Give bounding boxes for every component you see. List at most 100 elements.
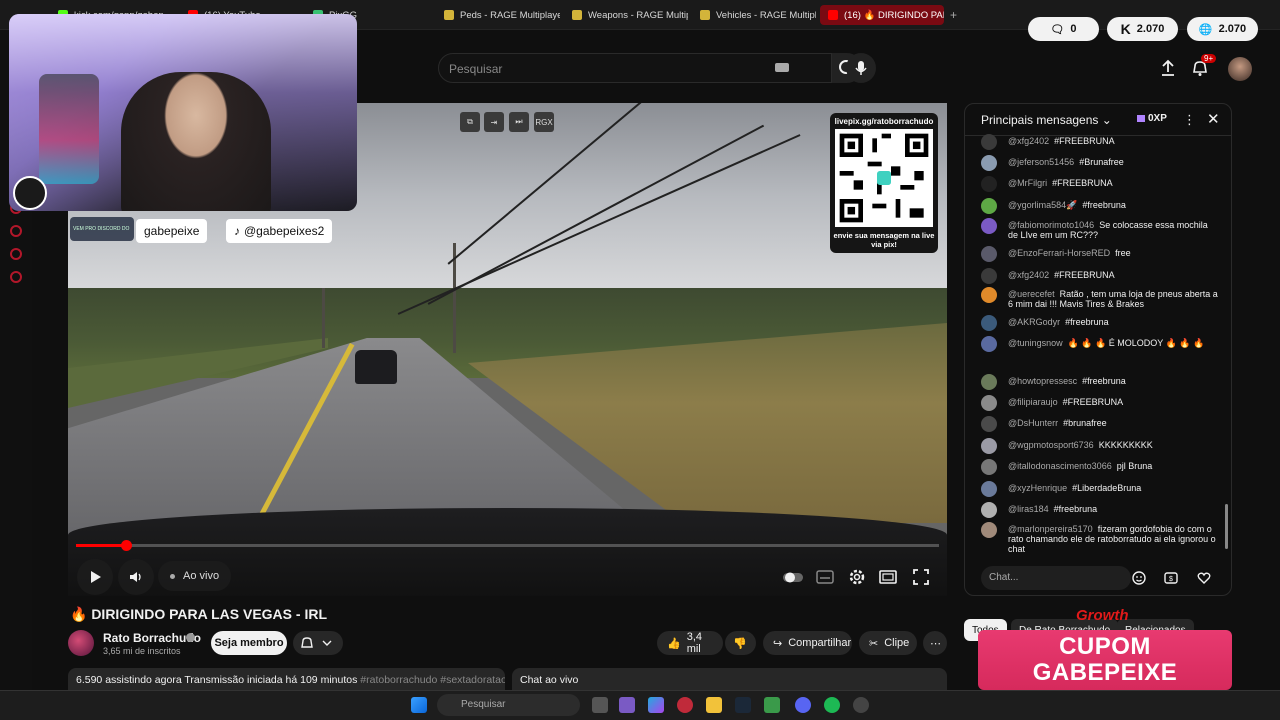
chat-author[interactable]: @marlonpereira5170 [1008,524,1093,534]
chat-author[interactable]: @jeferson51456 [1008,157,1074,167]
live-chat-toggle[interactable]: Chat ao vivo [512,668,947,692]
chat-avatar[interactable] [981,416,997,432]
chat-avatar[interactable] [981,176,997,192]
chat-author[interactable]: @MrFilgri [1008,178,1047,188]
chat-avatar[interactable] [981,218,997,234]
kick-points-pill[interactable]: K 2.070 [1107,17,1178,41]
close-icon[interactable]: ✕ [1207,110,1220,128]
chat-avatar[interactable] [981,374,997,390]
discord-icon[interactable] [795,697,811,713]
chat-input[interactable]: Chat... [981,566,1131,590]
popout-icon[interactable]: ⧉ [460,112,480,132]
chat-author[interactable]: @ygorlima584🚀 [1008,200,1077,210]
chat-author[interactable]: @xyzHenrique [1008,483,1067,493]
chat-avatar[interactable] [981,522,997,538]
file-explorer-icon[interactable] [706,697,722,713]
chat-author[interactable]: @fabiomorimoto1046 [1008,220,1094,230]
browser-tab-active[interactable]: (16) 🔥 DIRIGINDO PARA [820,5,944,25]
super-chat-icon: $ [1164,572,1178,584]
description-bar[interactable]: 6.590 assistindo agora Transmissão inici… [68,668,505,692]
theater-mode-button[interactable] [877,566,899,588]
dislike-button[interactable]: 👎 [725,631,756,655]
chat-avatar[interactable] [981,481,997,497]
obs-icon[interactable] [853,697,869,713]
play-button[interactable] [77,559,113,595]
chat-author[interactable]: @uerecefet [1008,289,1055,299]
spotify-icon[interactable] [824,697,840,713]
chat-avatar[interactable] [981,438,997,454]
notifications-button[interactable]: 9+ [1189,54,1217,79]
autoplay-toggle[interactable] [782,566,804,588]
share-button[interactable]: ↪ Compartilhar [763,631,852,655]
voice-search-button[interactable] [846,53,876,83]
video-progress-bar[interactable] [76,540,939,551]
settings-button[interactable] [846,566,868,588]
chat-avatar[interactable] [981,287,997,303]
channel-avatar[interactable] [68,630,94,656]
keyboard-icon[interactable] [775,63,789,72]
new-tab-button[interactable]: + [950,8,957,22]
taskbar-search[interactable]: Pesquisar [437,694,580,716]
settings-icon[interactable] [10,271,22,283]
chat-avatar[interactable] [981,155,997,171]
cube-icon[interactable] [10,248,22,260]
chat-author[interactable]: @liras184 [1008,504,1049,514]
subtitles-button[interactable] [814,566,836,588]
opera-gx-icon[interactable] [677,697,693,713]
chat-avatar[interactable] [981,198,997,214]
windows-start-icon[interactable] [411,697,427,713]
chat-avatar[interactable] [981,315,997,331]
clip-button[interactable]: ✂ Clipe [859,631,917,655]
xp-badge[interactable]: 0XP [1137,113,1167,124]
browser-tab-peds[interactable]: Peds - RAGE Multiplayer [436,5,560,25]
chat-author[interactable]: @DsHunterr [1008,418,1058,428]
task-view-icon[interactable] [592,697,608,713]
chat-author[interactable]: @filipiaraujo [1008,397,1058,407]
chat-avatar[interactable] [981,502,997,518]
subscription-bell-button[interactable] [293,631,343,655]
browser-tab-weapons[interactable]: Weapons - RAGE Multipla [564,5,688,25]
progress-scrubber[interactable] [121,540,133,551]
chat-author[interactable]: @wgpmotosport6736 [1008,440,1094,450]
clock-icon[interactable] [10,225,22,237]
chat-avatar[interactable] [981,336,997,352]
chat-avatar[interactable] [981,268,997,284]
browser-tab-vehicles[interactable]: Vehicles - RAGE Multiplay [692,5,816,25]
chat-author[interactable]: @xfg2402 [1008,136,1049,146]
chat-mode-dropdown[interactable]: Principais mensagens ⌄ [981,113,1112,127]
comments-pill[interactable]: 🗨 0 [1028,17,1099,41]
skip-icon[interactable]: ⏭ [509,112,529,132]
chat-avatar[interactable] [981,459,997,475]
rgx-button[interactable]: RGX [534,112,554,132]
upload-button[interactable] [1157,57,1179,79]
account-avatar[interactable] [1228,57,1252,81]
chat-author[interactable]: @xfg2402 [1008,270,1049,280]
steam-icon[interactable] [735,697,751,713]
chat-avatar[interactable] [981,134,997,150]
chat-author[interactable]: @EnzoFerrari-HorseRED [1008,248,1110,258]
chat-author[interactable]: @AKRGodyr [1008,317,1060,327]
volume-button[interactable] [118,559,154,595]
live-indicator[interactable]: Ao vivo [158,561,232,591]
chat-author[interactable]: @tuningsnow [1008,338,1063,348]
xbox-icon[interactable] [764,697,780,713]
app-icon[interactable] [619,697,635,713]
like-chat-button[interactable] [1196,570,1212,586]
more-actions-button[interactable]: ⋯ [923,631,947,655]
chat-scrollbar[interactable] [1225,504,1228,549]
cast-icon[interactable]: ⇥ [484,112,504,132]
globe-points-pill[interactable]: 🌐 2.070 [1187,17,1258,41]
join-membership-button[interactable]: Seja membro [211,631,287,655]
sponsor-banner[interactable]: Growth CUPOM GABEPEIXE [978,607,1232,690]
chat-avatar[interactable] [981,246,997,262]
chat-author[interactable]: @howtopressesc [1008,376,1077,386]
super-chat-button[interactable]: $ [1163,570,1179,586]
chat-author[interactable]: @itallodonascimento3066 [1008,461,1112,471]
fullscreen-button[interactable] [910,566,932,588]
chat-avatar[interactable] [981,395,997,411]
emoji-button[interactable] [1131,570,1147,586]
like-button[interactable]: 👍 3,4 mil [657,631,723,655]
chat-menu-icon[interactable]: ⋮ [1183,112,1196,128]
search-input[interactable]: Pesquisar [438,53,832,83]
copilot-icon[interactable] [648,697,664,713]
